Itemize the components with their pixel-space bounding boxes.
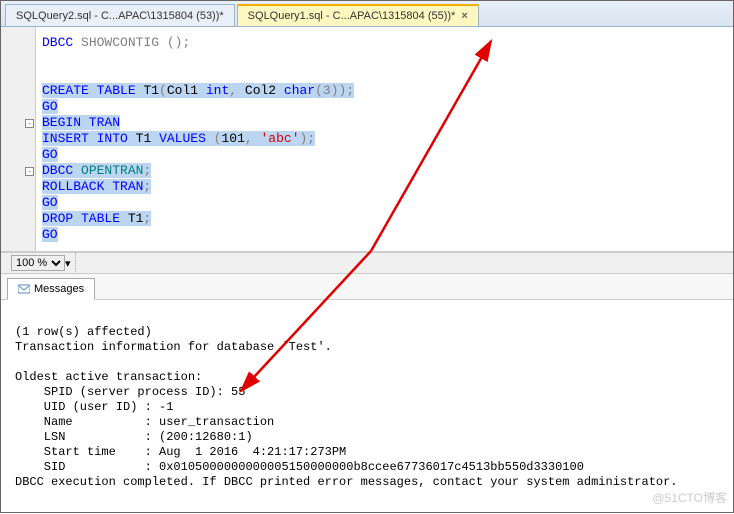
close-icon[interactable]: ×: [461, 10, 467, 22]
file-tab-sqlquery2[interactable]: SQLQuery2.sql - C...APAC\1315804 (53))*: [5, 4, 235, 26]
messages-tab[interactable]: Messages: [7, 278, 95, 300]
file-tab-sqlquery1[interactable]: SQLQuery1.sql - C...APAC\1315804 (55))* …: [237, 4, 479, 26]
sql-editor: - - DBCC SHOWCONTIG (); CREATE TABLE T1(…: [1, 27, 733, 252]
messages-tab-label: Messages: [34, 283, 84, 295]
tab-label: SQLQuery2.sql - C...APAC\1315804 (53))*: [16, 10, 224, 22]
messages-panel[interactable]: (1 row(s) affected) Transaction informat…: [1, 300, 733, 500]
zoom-toolbar: 100 % ▾: [1, 252, 733, 274]
fold-toggle[interactable]: -: [25, 119, 34, 128]
tab-label: SQLQuery1.sql - C...APAC\1315804 (55))*: [248, 10, 456, 22]
fold-toggle[interactable]: -: [25, 167, 34, 176]
file-tab-strip: SQLQuery2.sql - C...APAC\1315804 (53))* …: [1, 1, 733, 27]
results-tab-strip: Messages: [1, 274, 733, 300]
separator: [75, 252, 81, 274]
dropdown-icon: ▾: [65, 257, 71, 270]
messages-text: (1 row(s) affected) Transaction informat…: [15, 325, 678, 489]
code-area[interactable]: DBCC SHOWCONTIG (); CREATE TABLE T1(Col1…: [36, 27, 360, 251]
editor-gutter: - -: [1, 27, 36, 251]
zoom-select[interactable]: 100 %: [11, 255, 65, 271]
messages-icon: [18, 283, 30, 295]
